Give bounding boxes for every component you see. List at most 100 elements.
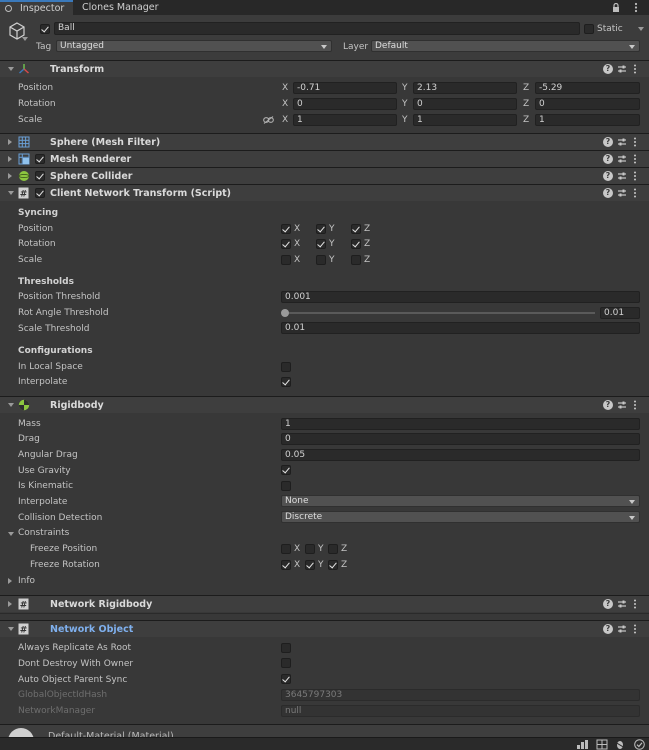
sync-scale-x-checkbox[interactable] (281, 255, 291, 265)
sync-rotation-x-checkbox[interactable] (281, 239, 291, 249)
constraints-foldout-icon[interactable] (8, 532, 14, 536)
freeze-rot-x-checkbox[interactable] (281, 560, 291, 570)
expand-arrow-icon[interactable] (8, 627, 14, 631)
scale-z-field[interactable]: 1 (535, 114, 640, 126)
rigidbody-header[interactable]: Rigidbody ? (0, 396, 649, 413)
position-threshold-field[interactable]: 0.001 (281, 291, 640, 303)
rotation-x-field[interactable]: 0 (293, 98, 397, 110)
freeze-rot-y-checkbox[interactable] (305, 560, 315, 570)
is-kinematic-checkbox[interactable] (281, 481, 291, 491)
sync-position-x-checkbox[interactable] (281, 224, 291, 234)
network-icon[interactable] (577, 740, 588, 749)
info-foldout-icon[interactable] (8, 578, 12, 584)
expand-arrow-icon[interactable] (8, 601, 12, 607)
network-rigidbody-header[interactable]: # Network Rigidbody ? (0, 595, 649, 612)
client-network-transform-header[interactable]: # Client Network Transform (Script) ? (0, 184, 649, 201)
collision-detection-dropdown[interactable]: Discrete (281, 511, 640, 523)
preset-icon[interactable] (617, 188, 627, 198)
kebab-menu-icon[interactable] (632, 599, 638, 609)
help-icon[interactable]: ? (603, 64, 613, 74)
scale-y-field[interactable]: 1 (413, 114, 517, 126)
preset-icon[interactable] (617, 400, 627, 410)
scale-threshold-field[interactable]: 0.01 (281, 322, 640, 334)
angular-drag-field[interactable]: 0.05 (281, 449, 640, 461)
sphere-collider-header[interactable]: Sphere Collider ? (0, 167, 649, 184)
kebab-menu-icon[interactable] (632, 400, 638, 410)
expand-arrow-icon[interactable] (8, 173, 12, 179)
mesh-filter-header[interactable]: Sphere (Mesh Filter) ? (0, 133, 649, 150)
sync-position-y-checkbox[interactable] (316, 224, 326, 234)
use-gravity-checkbox[interactable] (281, 465, 291, 475)
static-checkbox[interactable] (584, 24, 594, 34)
kebab-menu-icon[interactable] (632, 624, 638, 634)
help-icon[interactable]: ? (603, 188, 613, 198)
rot-threshold-slider-handle[interactable] (281, 309, 289, 317)
tag-dropdown[interactable]: Untagged (56, 40, 332, 52)
tab-clones-manager[interactable]: Clones Manager (82, 0, 172, 15)
preset-icon[interactable] (617, 64, 627, 74)
dont-destroy-checkbox[interactable] (281, 658, 291, 668)
kebab-menu-icon[interactable] (632, 137, 638, 147)
link-icon[interactable] (263, 116, 274, 124)
sphere-collider-enabled-checkbox[interactable] (35, 171, 45, 181)
local-space-checkbox[interactable] (281, 362, 291, 372)
help-icon[interactable]: ? (603, 171, 613, 181)
preset-icon[interactable] (617, 599, 627, 609)
cnt-enabled-checkbox[interactable] (35, 188, 45, 198)
expand-arrow-icon[interactable] (8, 403, 14, 407)
gameobject-name-input[interactable]: Ball (54, 22, 580, 35)
help-icon[interactable]: ? (603, 599, 613, 609)
rot-threshold-slider-track[interactable] (284, 312, 595, 314)
interpolate-dropdown[interactable]: None (281, 495, 640, 507)
rotation-z-field[interactable]: 0 (535, 98, 640, 110)
help-icon[interactable]: ? (603, 400, 613, 410)
chevron-down-icon[interactable] (22, 37, 28, 41)
preset-icon[interactable] (617, 154, 627, 164)
expand-arrow-icon[interactable] (8, 191, 14, 195)
preset-icon[interactable] (617, 171, 627, 181)
drag-field[interactable]: 0 (281, 433, 640, 445)
network-object-header[interactable]: # Network Object ? (0, 620, 649, 637)
auto-parent-sync-checkbox[interactable] (281, 674, 291, 684)
mass-field[interactable]: 1 (281, 418, 640, 430)
tab-inspector[interactable]: Inspector (0, 0, 73, 15)
transform-header[interactable]: Transform ? (0, 60, 649, 77)
active-checkbox[interactable] (40, 24, 50, 34)
preset-icon[interactable] (617, 624, 627, 634)
expand-arrow-icon[interactable] (8, 156, 12, 162)
check-circle-icon[interactable] (634, 739, 645, 750)
help-icon[interactable]: ? (603, 624, 613, 634)
sync-scale-z-checkbox[interactable] (351, 255, 361, 265)
rotation-y-field[interactable]: 0 (413, 98, 517, 110)
collab-icon[interactable] (596, 739, 608, 750)
mesh-renderer-header[interactable]: Mesh Renderer ? (0, 150, 649, 167)
more-menu-icon[interactable] (631, 2, 641, 13)
sync-scale-y-checkbox[interactable] (316, 255, 326, 265)
position-z-field[interactable]: -5.29 (535, 82, 640, 94)
freeze-pos-y-checkbox[interactable] (305, 544, 315, 554)
mesh-renderer-enabled-checkbox[interactable] (35, 154, 45, 164)
expand-arrow-icon[interactable] (8, 67, 14, 71)
freeze-rot-z-checkbox[interactable] (328, 560, 338, 570)
kebab-menu-icon[interactable] (632, 188, 638, 198)
freeze-pos-x-checkbox[interactable] (281, 544, 291, 554)
always-replicate-checkbox[interactable] (281, 643, 291, 653)
kebab-menu-icon[interactable] (632, 64, 638, 74)
scale-x-field[interactable]: 1 (293, 114, 397, 126)
position-y-field[interactable]: 2.13 (413, 82, 517, 94)
sync-position-z-checkbox[interactable] (351, 224, 361, 234)
kebab-menu-icon[interactable] (632, 154, 638, 164)
cnt-interpolate-checkbox[interactable] (281, 377, 291, 387)
static-dropdown-icon[interactable] (638, 27, 644, 31)
position-x-field[interactable]: -0.71 (293, 82, 397, 94)
kebab-menu-icon[interactable] (632, 171, 638, 181)
preset-icon[interactable] (617, 137, 627, 147)
sync-rotation-y-checkbox[interactable] (316, 239, 326, 249)
expand-arrow-icon[interactable] (8, 139, 12, 145)
sync-rotation-z-checkbox[interactable] (351, 239, 361, 249)
lock-icon[interactable] (612, 3, 620, 12)
help-icon[interactable]: ? (603, 154, 613, 164)
help-icon[interactable]: ? (603, 137, 613, 147)
layer-dropdown[interactable]: Default (371, 40, 640, 52)
freeze-pos-z-checkbox[interactable] (328, 544, 338, 554)
